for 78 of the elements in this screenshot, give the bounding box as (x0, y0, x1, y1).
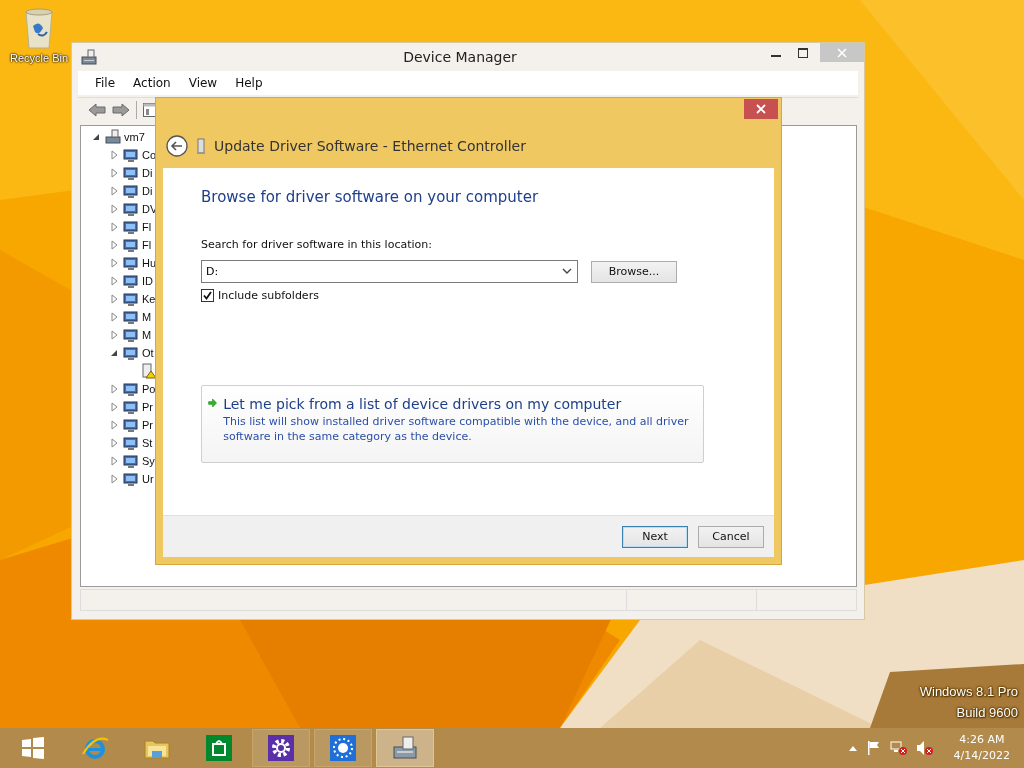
flag-icon[interactable] (865, 740, 882, 756)
link-description: This list will show installed driver software compatible with the device, and all driver software in the same category as the device. (223, 414, 690, 444)
device-icon (123, 417, 139, 433)
store-icon (205, 734, 233, 762)
tree-item[interactable]: vm7 (124, 131, 145, 143)
tree-item[interactable]: Hu (142, 257, 157, 269)
device-icon (123, 291, 139, 307)
tree-item[interactable]: ID (142, 275, 153, 287)
device-icon (123, 219, 139, 235)
browse-button[interactable]: Browse... (591, 260, 677, 283)
checkbox-label[interactable]: Include subfolders (218, 289, 319, 302)
device-icon (123, 201, 139, 217)
dialog-heading: Browse for driver software on your computer (201, 188, 540, 206)
dialog-title: Update Driver Software - Ethernet Controller (214, 138, 526, 154)
window-title: Device Manager (402, 49, 518, 65)
tree-item[interactable]: Pr (142, 401, 153, 413)
tree-item[interactable]: Sy (142, 455, 155, 467)
checkbox[interactable] (201, 289, 214, 302)
taskbar-button[interactable] (252, 729, 310, 767)
close-button[interactable] (744, 99, 778, 119)
tree-item[interactable]: Ur (142, 473, 154, 485)
device-icon (123, 183, 139, 199)
device-icon (123, 273, 139, 289)
tree-item[interactable]: Ke (142, 293, 156, 305)
cancel-button[interactable]: Cancel (698, 525, 764, 548)
tree-item[interactable]: Pr (142, 419, 153, 431)
device-icon (123, 345, 139, 361)
device-icon (123, 165, 139, 181)
close-icon[interactable] (756, 104, 766, 114)
back-button[interactable] (88, 103, 106, 117)
sun-icon (329, 734, 357, 762)
tree-item[interactable]: St (142, 437, 153, 449)
maximize-icon[interactable] (797, 47, 808, 58)
menu-item[interactable]: View (179, 76, 227, 90)
device-icon (123, 453, 139, 469)
network-adapter-icon (196, 137, 206, 155)
recycle-bin-icon[interactable] (23, 6, 55, 50)
volume-icon[interactable] (915, 740, 934, 756)
warning-device-icon (141, 363, 157, 379)
watermark-text: Build 9600 (956, 705, 1018, 720)
taskbar-button[interactable] (314, 729, 372, 767)
location-field[interactable]: D: (201, 260, 578, 283)
tree-item[interactable]: Fl (142, 239, 152, 251)
menu-item[interactable]: File (86, 76, 125, 90)
device-icon (123, 327, 139, 343)
device-icon (123, 237, 139, 253)
network-icon[interactable] (889, 740, 908, 756)
link-title[interactable]: Let me pick from a list of device drivers on my computer (223, 396, 695, 412)
tree-item[interactable]: M (142, 329, 152, 341)
device-icon (123, 381, 139, 397)
forward-button[interactable] (112, 103, 130, 117)
tree-item[interactable]: Di (142, 185, 153, 197)
next-button[interactable]: Next (622, 525, 688, 548)
tree-item[interactable]: Po (142, 383, 156, 395)
command-link[interactable]: Let me pick from a list of device drivers on my computer This list will show installed driver software compatible with the device, and all driver software in the same category as the device. (201, 385, 704, 463)
device-icon (123, 309, 139, 325)
taskbar-button[interactable] (376, 729, 434, 767)
device-icon (123, 147, 139, 163)
computer-icon (80, 48, 98, 66)
device-icon (123, 255, 139, 271)
menu-item[interactable]: Help (226, 76, 272, 90)
computer-icon (391, 734, 419, 762)
device-icon (123, 399, 139, 415)
tree-item[interactable]: Di (142, 167, 153, 179)
chevron-up-icon[interactable] (847, 744, 858, 752)
tree-item[interactable]: Ot (142, 347, 154, 359)
gear-icon (267, 734, 295, 762)
tree-item[interactable]: M (142, 311, 152, 323)
start-icon (19, 734, 47, 762)
arrow-icon (208, 396, 218, 410)
menu-item[interactable]: Action (124, 76, 180, 90)
back-button[interactable] (166, 135, 188, 157)
computer-icon (105, 129, 121, 145)
device-icon (123, 471, 139, 487)
tree-item[interactable]: Fl (142, 221, 152, 233)
watermark-text: Windows 8.1 Pro (919, 684, 1018, 699)
device-icon (123, 435, 139, 451)
field-label: Search for driver software in this location: (201, 238, 433, 251)
